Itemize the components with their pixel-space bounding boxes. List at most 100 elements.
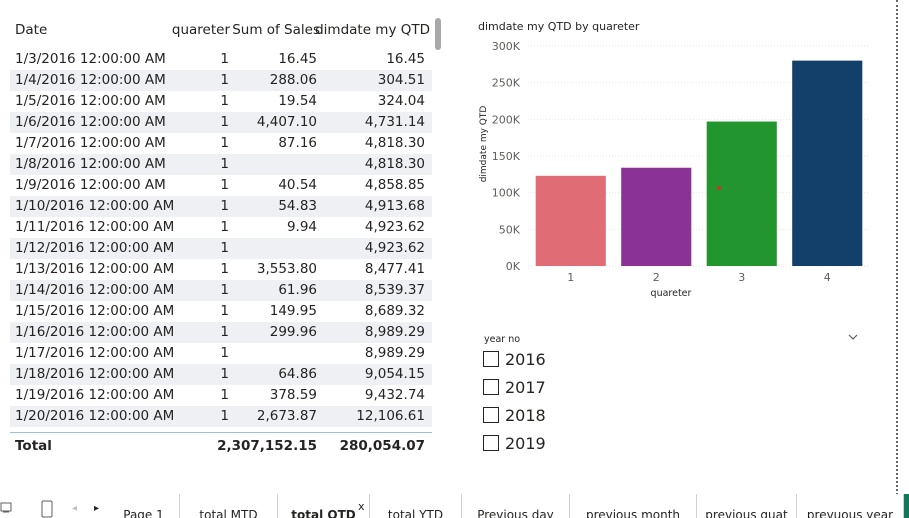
bar-q4[interactable] [792,60,863,266]
bar-q1[interactable] [535,175,606,266]
cell-quarter: 1 [220,72,229,88]
x-tick-label: 2 [653,271,660,284]
table-row[interactable]: 1/14/2016 12:00:00 AM 1 61.96 8,539.37 [10,280,432,301]
next-page-icon[interactable]: ▸ [94,503,99,514]
y-tick-label: 0K [506,260,521,273]
x-tick-label: 3 [738,271,745,284]
cell-qtd: 4,731.14 [364,114,425,130]
header-qtd[interactable]: dimdate my QTD [315,22,430,38]
cell-date: 1/6/2016 12:00:00 AM [15,114,166,130]
cell-date: 1/12/2016 12:00:00 AM [15,240,175,256]
header-sum-of-sales[interactable]: Sum of Sales [232,22,320,38]
table-row[interactable]: 1/4/2016 12:00:00 AM 1 288.06 304.51 [10,70,432,91]
cell-quarter: 1 [220,366,229,382]
y-tick-label: 100K [492,187,521,200]
x-axis-label: quareter [651,288,692,299]
cell-qtd: 16.45 [386,51,425,67]
checkbox[interactable] [483,351,499,367]
cell-quarter: 1 [220,303,229,319]
cell-quarter: 1 [220,219,229,235]
cell-qtd: 8,477.41 [364,261,425,277]
total-sales: 2,307,152.15 [217,438,317,454]
table-row[interactable]: 1/12/2016 12:00:00 AM 1 4,923.62 [10,238,432,259]
y-tick-label: 250K [492,77,521,90]
cell-sales: 64.86 [278,366,317,382]
tab-total-mtd[interactable]: total MTD [180,494,278,518]
tab-previous-quat[interactable]: previous quat [697,494,797,518]
table-row[interactable]: 1/6/2016 12:00:00 AM 1 4,407.10 4,731.14 [10,112,432,133]
table-row[interactable]: 1/13/2016 12:00:00 AM 1 3,553.80 8,477.41 [10,259,432,280]
tab-page-1[interactable]: Page 1 [108,494,180,518]
cell-sales: 378.59 [269,387,317,403]
table-row[interactable]: 1/17/2016 12:00:00 AM 1 8,989.29 [10,343,432,364]
cell-qtd: 9,432.74 [364,387,425,403]
accent-edge [904,494,909,518]
slicer-item-2017[interactable]: 2017 [483,375,546,399]
x-tick-label: 1 [567,271,574,284]
cell-quarter: 1 [220,408,229,424]
checkbox[interactable] [483,407,499,423]
table-row[interactable]: 1/10/2016 12:00:00 AM 1 54.83 4,913.68 [10,196,432,217]
chevron-down-icon[interactable] [846,330,860,344]
checkbox[interactable] [483,435,499,451]
slicer-item-2019[interactable]: 2019 [483,431,546,455]
checkbox[interactable] [483,379,499,395]
tab-total-ytd[interactable]: total YTD [370,494,462,518]
cell-date: 1/16/2016 12:00:00 AM [15,324,175,340]
header-date[interactable]: Date [15,22,47,38]
table-total-row: Total 2,307,152.15 280,054.07 [10,432,432,460]
cell-qtd: 4,858.85 [364,177,425,193]
table-row[interactable]: 1/19/2016 12:00:00 AM 1 378.59 9,432.74 [10,385,432,406]
cell-date: 1/19/2016 12:00:00 AM [15,387,175,403]
cell-sales: 19.54 [278,93,317,109]
table-row[interactable]: 1/20/2016 12:00:00 AM 1 2,673.87 12,106.61 [10,406,432,427]
table-row[interactable]: 1/18/2016 12:00:00 AM 1 64.86 9,054.15 [10,364,432,385]
header-quarter[interactable]: quareter [172,22,230,38]
table-row[interactable]: 1/16/2016 12:00:00 AM 1 299.96 8,989.29 [10,322,432,343]
tab-prevuous-year[interactable]: prevuous year [797,494,904,518]
y-tick-label: 200K [492,113,521,126]
table-row[interactable]: 1/8/2016 12:00:00 AM 1 4,818.30 [10,154,432,175]
tab-label: total MTD [199,508,258,518]
table-header: Date quareter Sum of Sales dimdate my QT… [10,14,430,47]
page-tabs-bar: ◂ ▸ Page 1 total MTD total QTD x total YTD Pr… [0,494,909,518]
cell-qtd: 4,913.68 [364,198,425,214]
tab-total-qtd[interactable]: total QTD [278,494,370,518]
y-tick-label: 300K [492,40,521,53]
cell-sales: 4,407.10 [256,114,317,130]
table-row[interactable]: 1/15/2016 12:00:00 AM 1 149.95 8,689.32 [10,301,432,322]
prev-page-icon[interactable]: ◂ [72,503,77,514]
cell-date: 1/17/2016 12:00:00 AM [15,345,175,361]
tab-label: prevuous year [806,508,894,518]
tab-label: total YTD [387,508,444,518]
mobile-layout-icon[interactable] [40,500,54,518]
bar-q3[interactable] [706,121,777,267]
cell-date: 1/20/2016 12:00:00 AM [15,408,175,424]
table-row[interactable]: 1/7/2016 12:00:00 AM 1 87.16 4,818.30 [10,133,432,154]
slicer-item-label: 2018 [505,405,546,425]
close-icon[interactable]: x [358,500,365,513]
tab-previous-day[interactable]: Previous day [462,494,570,518]
bar-q2[interactable] [621,167,692,266]
table-row[interactable]: 1/9/2016 12:00:00 AM 1 40.54 4,858.85 [10,175,432,196]
cell-quarter: 1 [220,240,229,256]
cell-sales: 61.96 [278,282,317,298]
cell-qtd: 8,539.37 [364,282,425,298]
tab-label: Previous day [477,508,554,518]
total-qtd: 280,054.07 [339,438,425,454]
fit-page-icon[interactable] [0,500,14,514]
cell-date: 1/13/2016 12:00:00 AM [15,261,175,277]
cell-qtd: 4,923.62 [364,219,425,235]
table-row[interactable]: 1/11/2016 12:00:00 AM 1 9.94 4,923.62 [10,217,432,238]
qtd-bar-chart[interactable]: dimdate my QTD by quareter 0K 50K 100K 150K… [470,14,880,304]
table-row[interactable]: 1/3/2016 12:00:00 AM 1 16.45 16.45 [10,49,432,70]
slicer-item-2018[interactable]: 2018 [483,403,546,427]
slicer-item-2016[interactable]: 2016 [483,347,546,371]
tab-previous-month[interactable]: previous month [570,494,697,518]
table-scrollbar[interactable] [435,18,441,50]
cell-sales: 9.94 [286,219,317,235]
cell-qtd: 9,054.15 [364,366,425,382]
table-row[interactable]: 1/5/2016 12:00:00 AM 1 19.54 324.04 [10,91,432,112]
x-tick-label: 4 [824,271,831,284]
cell-sales: 54.83 [278,198,317,214]
